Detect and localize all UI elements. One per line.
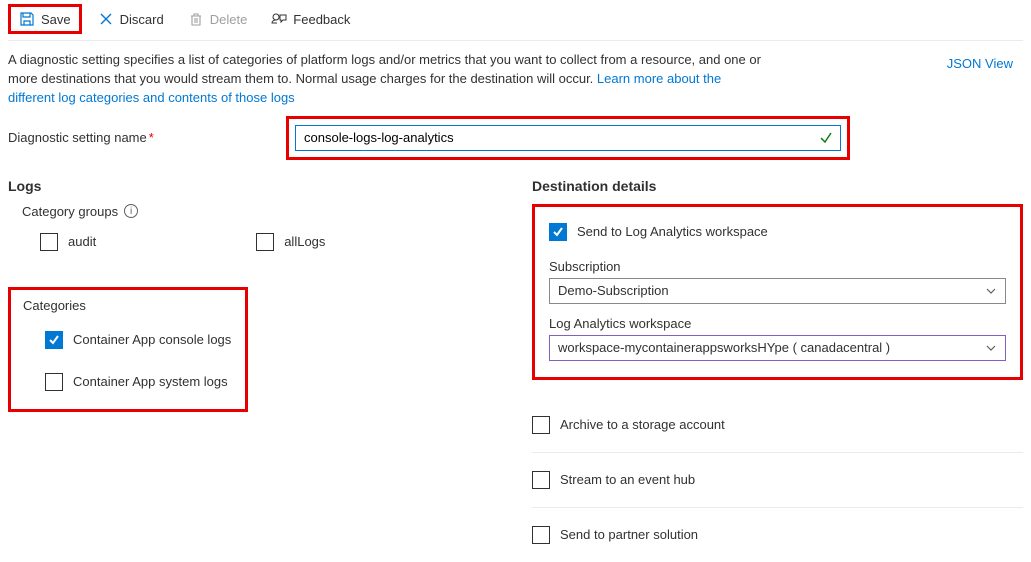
archive-row[interactable]: Archive to a storage account xyxy=(532,410,1023,440)
delete-button: Delete xyxy=(180,7,256,31)
setting-name-row: Diagnostic setting name* xyxy=(8,116,1023,160)
setting-name-highlight xyxy=(286,116,850,160)
save-icon xyxy=(19,11,35,27)
send-la-checkbox[interactable] xyxy=(549,223,567,241)
stream-checkbox[interactable] xyxy=(532,471,550,489)
system-logs-checkbox[interactable] xyxy=(45,373,63,391)
workspace-label: Log Analytics workspace xyxy=(549,316,1006,331)
subscription-label: Subscription xyxy=(549,259,1006,274)
partner-checkbox[interactable] xyxy=(532,526,550,544)
system-logs-row[interactable]: Container App system logs xyxy=(45,367,233,397)
discard-icon xyxy=(98,11,114,27)
workspace-value: workspace-mycontainerappsworksHYpe ( can… xyxy=(558,340,890,355)
feedback-icon xyxy=(271,11,287,27)
description-text: A diagnostic setting specifies a list of… xyxy=(8,51,768,108)
partner-row[interactable]: Send to partner solution xyxy=(532,520,1023,550)
console-logs-row[interactable]: Container App console logs xyxy=(45,325,233,355)
alllogs-checkbox-row[interactable]: allLogs xyxy=(256,227,325,257)
setting-name-label: Diagnostic setting name* xyxy=(8,130,286,145)
category-groups-label: Category groups i xyxy=(22,204,508,219)
archive-label: Archive to a storage account xyxy=(560,417,725,432)
toolbar: Save Discard Delete Feedback xyxy=(8,0,1023,41)
archive-checkbox[interactable] xyxy=(532,416,550,434)
discard-label: Discard xyxy=(120,12,164,27)
feedback-label: Feedback xyxy=(293,12,350,27)
chevron-down-icon xyxy=(985,285,997,297)
system-logs-label: Container App system logs xyxy=(73,374,228,389)
workspace-select[interactable]: workspace-mycontainerappsworksHYpe ( can… xyxy=(549,335,1006,361)
partner-label: Send to partner solution xyxy=(560,527,698,542)
destination-heading: Destination details xyxy=(532,178,1023,194)
save-button[interactable]: Save xyxy=(8,4,82,34)
valid-check-icon xyxy=(819,131,833,145)
alllogs-checkbox[interactable] xyxy=(256,233,274,251)
delete-icon xyxy=(188,11,204,27)
categories-label: Categories xyxy=(23,298,233,313)
send-la-row[interactable]: Send to Log Analytics workspace xyxy=(549,217,1006,247)
info-icon[interactable]: i xyxy=(124,204,138,218)
logs-heading: Logs xyxy=(8,178,508,194)
feedback-button[interactable]: Feedback xyxy=(263,7,358,31)
stream-label: Stream to an event hub xyxy=(560,472,695,487)
alllogs-label: allLogs xyxy=(284,234,325,249)
chevron-down-icon xyxy=(985,342,997,354)
categories-highlight: Categories Container App console logs Co… xyxy=(8,287,248,412)
discard-button[interactable]: Discard xyxy=(90,7,172,31)
destination-highlight: Send to Log Analytics workspace Subscrip… xyxy=(532,204,1023,380)
audit-checkbox[interactable] xyxy=(40,233,58,251)
subscription-select[interactable]: Demo-Subscription xyxy=(549,278,1006,304)
send-la-label: Send to Log Analytics workspace xyxy=(577,224,768,239)
stream-row[interactable]: Stream to an event hub xyxy=(532,465,1023,495)
json-view-link[interactable]: JSON View xyxy=(947,56,1013,71)
audit-checkbox-row[interactable]: audit xyxy=(40,227,96,257)
console-logs-label: Container App console logs xyxy=(73,332,231,347)
console-logs-checkbox[interactable] xyxy=(45,331,63,349)
delete-label: Delete xyxy=(210,12,248,27)
audit-label: audit xyxy=(68,234,96,249)
subscription-value: Demo-Subscription xyxy=(558,283,669,298)
save-label: Save xyxy=(41,12,71,27)
setting-name-input[interactable] xyxy=(295,125,841,151)
